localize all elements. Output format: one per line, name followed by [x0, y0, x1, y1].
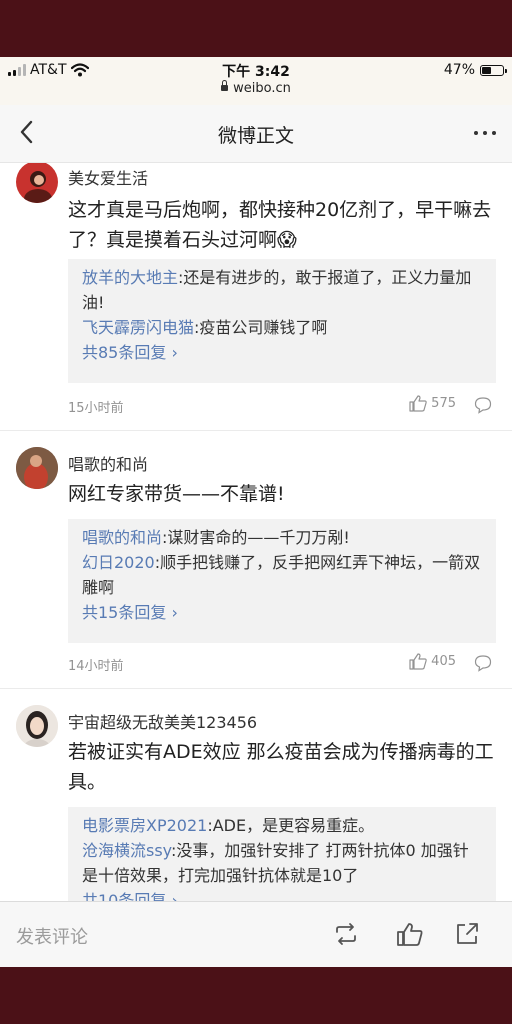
reply-icon[interactable]	[474, 654, 492, 672]
like-count: 405	[431, 654, 456, 669]
username[interactable]: 宇宙超级无敌美美123456	[68, 709, 257, 733]
status-bar: AT&T 下午 3:42 weibo.cn 47%	[0, 57, 512, 105]
reply: 沧海横流ssy:没事，加强针安排了 打两针抗体0 加强针是十倍效果，打完加强针抗…	[82, 838, 482, 888]
page-title: 微博正文	[217, 125, 294, 147]
comment-text: 若被证实有ADE效应 那么疫苗会成为传播病毒的工具。	[68, 741, 494, 793]
reply: 唱歌的和尚:谋财害命的——千刀万剐!	[82, 525, 482, 550]
post-comment-input[interactable]: 发表评论	[16, 923, 88, 949]
comment-feed[interactable]: 美女爱生活 这才真是马后炮啊，都快接种20亿剂了，早干嘛去了？真是摸着石头过河啊…	[0, 163, 512, 901]
avatar[interactable]	[16, 705, 58, 747]
phone-screen: AT&T 下午 3:42 weibo.cn 47% 微博正文 美女爱生活 这才真…	[0, 57, 512, 967]
reply-username[interactable]: 飞天霹雳闪电猫	[82, 318, 194, 337]
comment-item: 美女爱生活 这才真是马后炮啊，都快接种20亿剂了，早干嘛去了？真是摸着石头过河啊…	[0, 163, 512, 431]
like-button[interactable]: 405	[409, 653, 456, 670]
avatar[interactable]	[16, 447, 58, 489]
battery-group: 47%	[443, 62, 507, 78]
reply-username[interactable]: 放羊的大地主	[82, 268, 178, 287]
reply-username[interactable]: 电影票房XP2021	[82, 816, 207, 835]
username[interactable]: 美女爱生活	[68, 165, 148, 189]
reply-username[interactable]: 幻日2020	[82, 553, 155, 572]
bottom-frame	[0, 967, 512, 1024]
comment-item: 宇宙超级无敌美美123456 若被证实有ADE效应 那么疫苗会成为传播病毒的工具…	[0, 689, 512, 901]
url-bar[interactable]: weibo.cn	[0, 80, 512, 96]
like-count: 575	[431, 396, 456, 411]
clock: 下午 3:42	[222, 64, 290, 80]
view-all-replies-link[interactable]: 共10条回复 ›	[82, 891, 178, 901]
battery-percent: 47%	[443, 62, 475, 78]
navigation-bar: 微博正文	[0, 105, 512, 163]
reply-icon[interactable]	[474, 396, 492, 414]
reply: 幻日2020:顺手把钱赚了，反手把网红弄下神坛，一箭双雕啊	[82, 550, 482, 600]
like-button[interactable]: 575	[409, 395, 456, 412]
reply-box[interactable]: 唱歌的和尚:谋财害命的——千刀万剐! 幻日2020:顺手把钱赚了，反手把网红弄下…	[68, 519, 496, 643]
reply-text: :ADE，是更容易重症。	[207, 816, 375, 835]
comment-time: 15小时前	[68, 401, 124, 416]
view-all-replies-link[interactable]: 共85条回复 ›	[82, 343, 178, 362]
reply: 放羊的大地主:还是有进步的，敢于报道了，正义力量加油!	[82, 265, 482, 315]
username[interactable]: 唱歌的和尚	[68, 451, 148, 475]
view-all-replies-link[interactable]: 共15条回复 ›	[82, 603, 178, 622]
share-icon[interactable]	[454, 921, 482, 947]
reply-username[interactable]: 沧海横流ssy	[82, 841, 171, 860]
reply-username[interactable]: 唱歌的和尚	[82, 528, 162, 547]
battery-fill	[482, 66, 491, 74]
avatar[interactable]	[16, 163, 58, 203]
reply-box[interactable]: 电影票房XP2021:ADE，是更容易重症。 沧海横流ssy:没事，加强针安排了…	[68, 807, 496, 901]
bottom-action-bar: 发表评论	[0, 901, 512, 967]
reply-text: :疫苗公司赚钱了啊	[194, 318, 328, 337]
top-frame	[0, 0, 512, 57]
more-options-icon[interactable]	[472, 121, 498, 145]
comment-time: 14小时前	[68, 659, 124, 674]
comment-text: 网红专家带货——不靠谱!	[68, 483, 285, 505]
lock-icon	[221, 80, 229, 91]
reply: 飞天霹雳闪电猫:疫苗公司赚钱了啊	[82, 315, 482, 340]
reply: 电影票房XP2021:ADE，是更容易重症。	[82, 813, 482, 838]
comment-item: 唱歌的和尚 网红专家带货——不靠谱! 唱歌的和尚:谋财害命的——千刀万剐! 幻日…	[0, 431, 512, 689]
url-text: weibo.cn	[233, 81, 291, 96]
like-icon[interactable]	[396, 921, 424, 947]
reply-text: :谋财害命的——千刀万剐!	[162, 528, 350, 547]
repost-icon[interactable]	[332, 921, 360, 947]
battery-icon	[480, 64, 507, 76]
reply-box[interactable]: 放羊的大地主:还是有进步的，敢于报道了，正义力量加油! 飞天霹雳闪电猫:疫苗公司…	[68, 259, 496, 383]
comment-text: 这才真是马后炮啊，都快接种20亿剂了，早干嘛去了？真是摸着石头过河啊😱	[68, 199, 492, 251]
thumbs-up-icon	[409, 395, 427, 412]
thumbs-up-icon	[409, 653, 427, 670]
